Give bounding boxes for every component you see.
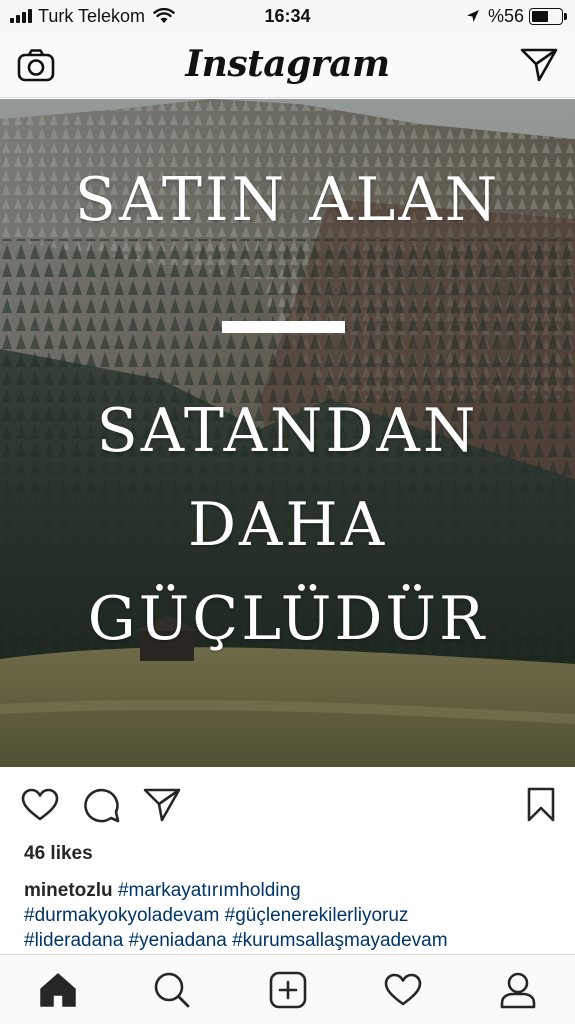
image-text-line-4: GÜÇLÜDÜR	[87, 584, 488, 654]
activity-heart-icon[interactable]	[381, 969, 425, 1011]
post-caption: minetozlu #markayatırımholding #durmakyo…	[24, 878, 554, 953]
share-icon[interactable]	[142, 786, 182, 824]
image-text-line-2: SATANDAN	[96, 396, 479, 466]
battery-icon	[529, 7, 567, 25]
instagram-logo: Instagram	[185, 43, 390, 85]
battery-level-fill	[532, 10, 548, 22]
image-text-line-3: DAHA	[187, 490, 388, 560]
profile-icon[interactable]	[496, 969, 540, 1011]
caption-username[interactable]: minetozlu	[24, 880, 113, 901]
hashtag-line-1[interactable]: #markayatırımholding	[118, 880, 301, 901]
home-icon[interactable]	[36, 969, 80, 1011]
likes-count[interactable]: 46 likes	[24, 843, 93, 865]
image-divider-bar	[222, 321, 345, 333]
location-arrow-icon	[466, 10, 479, 22]
battery-percentage: %56	[487, 5, 524, 26]
post-action-bar	[0, 768, 575, 842]
image-text-line-1: SATIN ALAN	[74, 165, 501, 235]
app-header: Instagram	[0, 32, 575, 98]
post-image[interactable]: SATIN ALAN SATANDAN DAHA GÜÇLÜDÜR	[0, 99, 575, 767]
comment-icon[interactable]	[82, 786, 122, 824]
bottom-navigation	[0, 954, 575, 1024]
search-icon[interactable]	[150, 969, 194, 1011]
direct-message-icon[interactable]	[519, 46, 559, 84]
bookmark-icon[interactable]	[521, 786, 561, 824]
hashtag-line-2[interactable]: #durmakyokyoladevam #güçlenerekilerliyor…	[24, 905, 408, 926]
hashtag-line-3[interactable]: #lideradana #yeniadana #kurumsallaşmayad…	[24, 930, 448, 951]
heart-icon[interactable]	[20, 786, 60, 824]
status-right: %56	[466, 5, 567, 27]
status-bar: Turk Telekom 16:34 %56	[0, 0, 575, 32]
add-post-icon[interactable]	[266, 969, 310, 1011]
